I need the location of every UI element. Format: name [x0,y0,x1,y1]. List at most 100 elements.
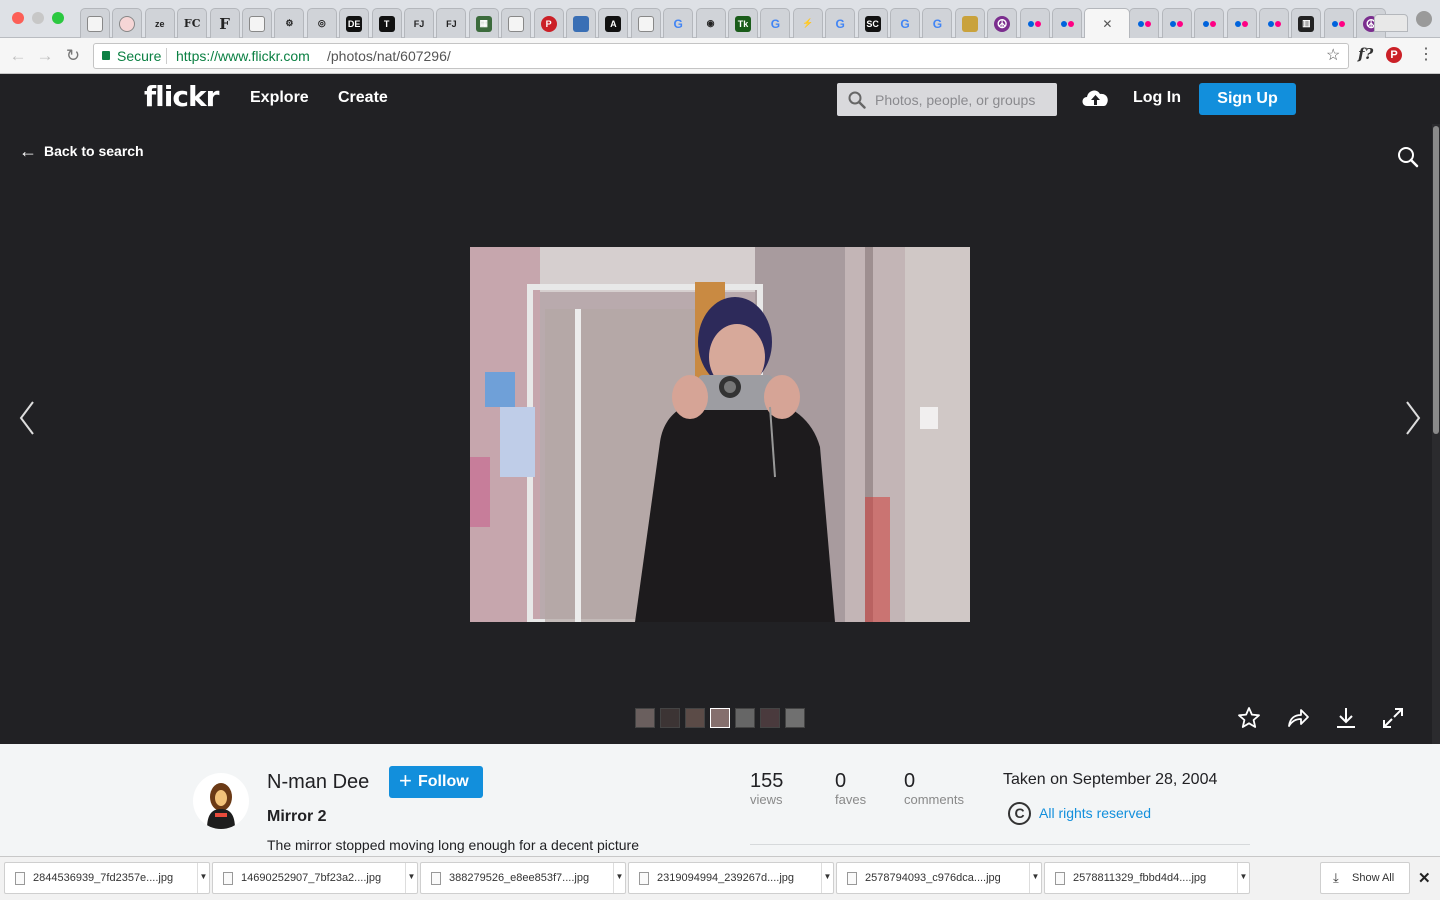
browser-tab[interactable]: F [209,8,240,38]
license-link[interactable]: All rights reserved [1039,805,1151,821]
browser-tab[interactable]: ⚡ [792,8,823,38]
follow-button[interactable]: + Follow [389,766,483,798]
tv-icon [961,15,978,32]
minimize-window-button[interactable] [32,12,44,24]
browser-tab[interactable]: Tk [728,8,758,38]
browser-tab[interactable]: G [825,8,856,38]
back-arrow-icon[interactable]: ← [8,46,28,66]
download-item[interactable]: 14690252907_7bf23a2....jpg ▼ [212,862,418,894]
owner-name[interactable]: N-man Dee [267,771,369,794]
new-tab-button[interactable] [1374,14,1408,32]
download-menu-arrow-icon[interactable]: ▼ [613,863,625,893]
download-menu-arrow-icon[interactable]: ▼ [197,863,209,893]
bookmark-star-icon[interactable]: ☆ [1326,44,1340,68]
pinterest-extension-icon[interactable]: P [1386,47,1402,63]
zoom-window-button[interactable] [52,12,64,24]
next-photo-chevron-icon[interactable] [1404,400,1422,436]
browser-tab[interactable] [954,8,985,38]
filmstrip-thumbnail[interactable] [685,708,705,728]
browser-tab[interactable]: T [371,8,402,38]
flickr-logo[interactable]: flickr [144,80,219,113]
browser-tab[interactable] [1019,8,1050,38]
browser-tab[interactable]: ze [144,8,175,38]
browser-tab[interactable]: ◎ [306,8,337,38]
download-item[interactable]: 2844536939_7fd2357e....jpg ▼ [4,862,210,894]
scrollbar-thumb[interactable] [1433,126,1439,434]
close-downloads-icon[interactable]: ✕ [1418,869,1431,887]
nav-create[interactable]: Create [338,89,388,107]
download-filename: 14690252907_7bf23a2....jpg [241,872,382,884]
browser-tab[interactable] [501,8,532,38]
browser-tab[interactable]: G [922,8,953,38]
extension-fquery-icon[interactable]: f? [1358,45,1373,63]
browser-tab[interactable]: ▥ [1291,8,1322,38]
nav-explore[interactable]: Explore [250,89,309,107]
fullscreen-icon[interactable] [1381,706,1405,730]
filmstrip-thumbnail-current[interactable] [710,708,730,728]
upload-cloud-icon[interactable] [1080,86,1111,110]
download-item[interactable]: 2578811329_fbbd4d4....jpg ▼ [1044,862,1250,894]
filmstrip-thumbnail[interactable] [785,708,805,728]
browser-tab[interactable] [1194,8,1225,38]
download-menu-arrow-icon[interactable]: ▼ [1237,863,1249,893]
show-all-downloads-button[interactable]: ⤓ Show All [1320,862,1410,894]
share-icon[interactable] [1286,706,1310,730]
browser-tab[interactable]: FJ [404,8,434,38]
forward-arrow-icon[interactable]: → [35,46,55,66]
close-window-button[interactable] [12,12,24,24]
browser-tab[interactable]: ✕ [1084,8,1131,38]
browser-tab[interactable]: G [760,8,791,38]
browser-tab[interactable]: ☮ [987,8,1018,38]
download-icon[interactable] [1334,706,1358,730]
download-menu-arrow-icon[interactable]: ▼ [821,863,833,893]
browser-tab[interactable] [1052,8,1082,38]
browser-tab[interactable] [1161,8,1192,38]
back-arrow-icon[interactable]: ← [19,141,37,162]
scrollbar-track[interactable] [1432,124,1440,744]
browser-tab[interactable]: G [890,8,920,38]
browser-tab[interactable]: FC [177,8,208,38]
filmstrip-thumbnail[interactable] [735,708,755,728]
reload-icon[interactable]: ↻ [63,46,83,66]
browser-tab[interactable] [1129,8,1160,38]
filmstrip-thumbnail[interactable] [635,708,655,728]
search-input[interactable]: Photos, people, or groups [837,83,1057,116]
doc-icon [508,15,525,32]
download-menu-arrow-icon[interactable]: ▼ [405,863,417,893]
search-icon[interactable] [1397,146,1419,168]
browser-tab[interactable]: G [663,8,694,38]
filmstrip-thumbnail[interactable] [660,708,680,728]
download-menu-arrow-icon[interactable]: ▼ [1029,863,1041,893]
browser-tab[interactable]: ⚙ [274,8,305,38]
browser-tab[interactable] [1259,8,1289,38]
signup-button[interactable]: Sign Up [1199,83,1296,115]
address-bar[interactable]: Secure https://www.flickr.com /photos/na… [93,43,1349,69]
browser-tab[interactable]: SC [857,8,888,38]
filmstrip-thumbnail[interactable] [760,708,780,728]
download-item[interactable]: 2319094994_239267d....jpg ▼ [628,862,834,894]
avatar[interactable] [193,773,249,829]
taken-date[interactable]: Taken on September 28, 2004 [1003,771,1217,789]
browser-tab[interactable]: DE [339,8,370,38]
browser-tab[interactable] [630,8,661,38]
browser-tab[interactable]: ▦ [468,8,499,38]
previous-photo-chevron-icon[interactable] [18,400,36,436]
browser-tab[interactable]: FJ [436,8,467,38]
browser-tab[interactable]: ◉ [695,8,726,38]
browser-tab[interactable]: A [598,8,629,38]
download-item[interactable]: 388279526_e8ee853f7....jpg ▼ [420,862,626,894]
browser-tab[interactable] [566,8,596,38]
browser-tab[interactable] [80,8,110,38]
download-item[interactable]: 2578794093_c976dca....jpg ▼ [836,862,1042,894]
fave-star-icon[interactable] [1237,706,1261,730]
profile-icon[interactable] [1416,11,1432,27]
login-link[interactable]: Log In [1133,89,1181,107]
back-to-search-link[interactable]: Back to search [44,143,144,159]
main-photo[interactable] [470,247,970,622]
browser-tab[interactable] [1323,8,1354,38]
browser-tab[interactable] [112,8,143,38]
browser-tab[interactable]: P [533,8,564,38]
browser-menu-icon[interactable]: ⋮ [1418,44,1434,64]
browser-tab[interactable] [242,8,272,38]
browser-tab[interactable] [1226,8,1257,38]
